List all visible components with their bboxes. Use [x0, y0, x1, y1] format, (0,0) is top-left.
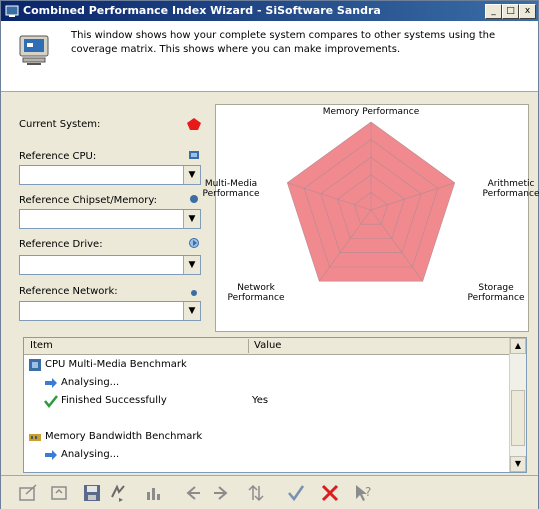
network-icon	[191, 290, 197, 296]
radar-axis-label-line: Multi-Media	[204, 179, 258, 189]
wizard-icon[interactable]	[49, 482, 71, 504]
reference-chipset-label: Reference Chipset/Memory:	[19, 195, 157, 206]
wizard-window: Combined Performance Index Wizard - SiSo…	[0, 0, 539, 509]
chart-icon[interactable]	[143, 482, 165, 504]
benchmark-group-row[interactable]: Memory Bandwidth Benchmark	[24, 428, 510, 446]
maximize-button[interactable]: □	[502, 4, 519, 19]
computer-icon	[19, 35, 49, 65]
refresh-icon[interactable]: ▸	[107, 482, 129, 504]
list-item[interactable]: Analysing...	[24, 446, 510, 464]
radar-axis-label-line: Performance	[467, 293, 525, 303]
dropdown-arrow-icon[interactable]: ▼	[183, 166, 200, 184]
wizard-description: This window shows how your complete syst…	[71, 30, 496, 55]
app-icon	[5, 5, 19, 17]
reference-chipset-dropdown[interactable]: ▼	[19, 209, 201, 229]
row-label: Analysing...	[61, 449, 120, 460]
radar-axis-label-line: Arithmetic	[487, 179, 535, 189]
dropdown-arrow-icon[interactable]: ▼	[183, 256, 200, 274]
list-header: Item Value	[24, 338, 510, 355]
radar-axis-label-line: Memory Performance	[322, 107, 420, 117]
wizard-header: This window shows how your complete syst…	[1, 21, 538, 92]
reference-cpu-label: Reference CPU:	[19, 151, 97, 162]
help-icon[interactable]: ?	[353, 482, 375, 504]
memory-icon	[28, 430, 42, 444]
cpu-chip-icon	[189, 151, 199, 159]
row-label: Analysing...	[61, 377, 120, 388]
reference-drive-label: Reference Drive:	[19, 239, 103, 250]
row-value: Yes	[252, 395, 269, 406]
cancel-icon[interactable]	[319, 482, 341, 504]
forward-icon[interactable]	[211, 482, 233, 504]
options-icon[interactable]	[17, 482, 39, 504]
radar-axis-label-line: Performance	[202, 189, 260, 199]
checkmark-icon	[44, 394, 58, 409]
radar-axis-label-line: Network	[237, 283, 275, 293]
row-label: Memory Bandwidth Benchmark	[45, 431, 203, 442]
radar-axis-label: Storage Performance	[466, 283, 526, 303]
update-icon[interactable]	[245, 482, 267, 504]
reference-network-dropdown[interactable]: ▼	[19, 301, 201, 321]
radar-axis-label-line: Performance	[482, 189, 539, 199]
radar-axis-label-line: Storage	[478, 283, 514, 293]
ok-icon[interactable]	[285, 482, 307, 504]
window-title: Combined Performance Index Wizard - SiSo…	[23, 4, 381, 17]
cpu-icon	[28, 358, 42, 372]
list-item	[24, 410, 510, 428]
minimize-button[interactable]: _	[485, 4, 502, 19]
list-item[interactable]: Finished Successfully Yes	[24, 392, 510, 410]
reference-network-label: Reference Network:	[19, 286, 118, 297]
chipset-icon	[190, 195, 198, 203]
back-icon[interactable]	[181, 482, 203, 504]
value-column-header[interactable]: Value	[254, 340, 281, 351]
row-label: CPU Multi-Media Benchmark	[45, 359, 187, 370]
svg-text:?: ?	[365, 485, 371, 499]
drive-icon	[189, 238, 199, 248]
radar-axis-label: Memory Performance	[321, 107, 421, 117]
save-icon[interactable]	[81, 482, 103, 504]
row-label: Finished Successfully	[61, 395, 167, 406]
scroll-down-button[interactable]: ▼	[510, 456, 526, 472]
current-system-marker-icon	[187, 118, 201, 130]
current-system-label: Current System:	[19, 119, 101, 130]
arrow-right-icon	[44, 448, 58, 462]
arrow-right-icon	[44, 376, 58, 390]
reference-cpu-dropdown[interactable]: ▼	[19, 165, 201, 185]
radar-axis-label: Multi-Media Performance	[201, 179, 261, 199]
dropdown-arrow-icon[interactable]: ▼	[183, 210, 200, 228]
radar-axis-label: Network Performance	[226, 283, 286, 303]
performance-radar-chart: Memory Performance Arithmetic Performance S…	[202, 104, 539, 332]
benchmark-group-row[interactable]: CPU Multi-Media Benchmark	[24, 356, 510, 374]
list-scrollbar[interactable]: ▲ ▼	[509, 338, 526, 472]
close-button[interactable]: x	[519, 4, 536, 19]
wizard-toolbar: ▸ ?	[1, 475, 538, 509]
dropdown-arrow-icon[interactable]: ▼	[183, 302, 200, 320]
reference-drive-dropdown[interactable]: ▼	[19, 255, 201, 275]
list-item[interactable]: Analysing...	[24, 374, 510, 392]
benchmark-results-list[interactable]: Item Value CPU Multi-Media Benchmark Anal…	[23, 337, 527, 473]
column-separator[interactable]	[248, 339, 249, 353]
scroll-up-button[interactable]: ▲	[510, 338, 526, 354]
title-bar: Combined Performance Index Wizard - SiSo…	[1, 1, 538, 21]
radar-axis-label-line: Performance	[227, 293, 285, 303]
item-column-header[interactable]: Item	[30, 340, 53, 351]
scroll-thumb[interactable]	[511, 390, 525, 446]
radar-axis-label: Arithmetic Performance	[481, 179, 539, 199]
svg-text:▸: ▸	[119, 495, 123, 504]
